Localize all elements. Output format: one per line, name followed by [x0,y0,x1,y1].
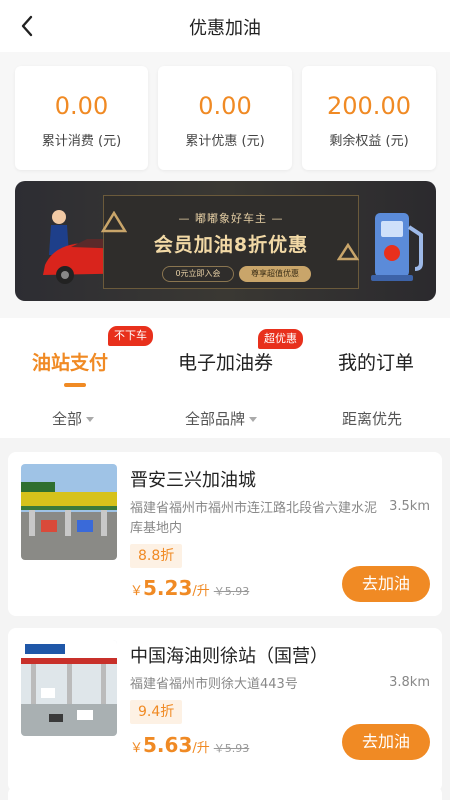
member-price: 5.23 [143,576,193,600]
header: 优惠加油 [0,0,450,52]
filter-brand[interactable]: 全部品牌 [185,408,258,429]
tab-active-indicator [64,383,86,387]
original-price: ￥5.93 [213,585,250,598]
filter-all[interactable]: 全部 [52,408,95,429]
caret-down-icon [249,417,258,422]
currency-symbol: ￥ [130,584,144,599]
fuel-pump-icon [371,213,423,281]
stat-card-total-spent: 0.00 累计消费 (元) [15,66,148,170]
discount-badge: 8.8折 [130,544,183,568]
tab-e-coupon[interactable]: 电子加油券 [178,348,273,375]
station-name: 晋安三兴加油城 [130,470,256,491]
filter-label: 全部 [52,410,83,428]
stat-value: 0.00 [198,92,252,120]
banner-title: 会员加油8折优惠 [153,234,309,256]
join-free-pill: 0元立即入会 [162,266,234,282]
price-unit: /升 [192,741,210,756]
station-distance: 3.8km [389,675,430,690]
station-address: 福建省福州市则徐大道443号 [130,677,298,692]
stat-label: 累计优惠 (元) [185,134,265,149]
price-unit: /升 [192,584,210,599]
tab-my-orders[interactable]: 我的订单 [338,348,414,375]
station-distance: 3.5km [389,499,430,514]
banner-subtitle: — 嘟嘟象好车主 — [178,212,284,225]
tab-bar: 油站支付 不下车 电子加油券 超优惠 我的订单 全部 全部品牌 距离优先 [0,318,450,438]
discount-badge: 9.4折 [130,700,183,724]
stat-card-remaining-benefit: 200.00 剩余权益 (元) [302,66,436,170]
station-list: 晋安三兴加油城 福建省福州市福州市连江路北段省六建水泥库基地内 3.5km 8.… [0,438,450,800]
stat-card-total-saved: 0.00 累计优惠 (元) [158,66,292,170]
tab-station-pay[interactable]: 油站支付 [32,348,108,375]
stat-label: 累计消费 (元) [41,134,122,149]
price-row: ￥5.63/升 ￥5.93 [130,733,249,757]
triangle-decoration-icon [337,243,359,261]
station-photo [21,640,117,736]
premium-offer-pill: 尊享超值优惠 [239,266,311,282]
filter-sort-distance[interactable]: 距离优先 [342,408,402,429]
station-photo [21,464,117,560]
banner-panel: — 嘟嘟象好车主 — 会员加油8折优惠 0元立即入会 尊享超值优惠 [103,195,359,289]
original-price: ￥5.93 [213,742,250,755]
filter-label: 距离优先 [342,410,403,428]
station-address: 福建省福州市福州市连江路北段省六建水泥库基地内 [130,501,378,536]
page-title: 优惠加油 [189,18,261,39]
station-name: 中国海油则徐站（国营） [130,646,328,667]
refuel-button[interactable]: 去加油 [342,566,430,602]
summary-section: 0.00 累计消费 (元) 0.00 累计优惠 (元) 200.00 剩余权益 … [0,52,450,318]
station-card[interactable]: 晋安三兴加油城 福建省福州市福州市连江路北段省六建水泥库基地内 3.5km 8.… [8,452,442,616]
stat-label: 剩余权益 (元) [329,134,409,149]
filter-label: 全部品牌 [185,410,246,428]
refuel-button[interactable]: 去加油 [342,724,430,760]
currency-symbol: ￥ [130,741,144,756]
membership-banner[interactable]: — 嘟嘟象好车主 — 会员加油8折优惠 0元立即入会 尊享超值优惠 [15,181,436,301]
stat-value: 0.00 [54,92,109,120]
tab-badge: 不下车 [108,326,153,346]
station-card-partial [8,786,442,800]
tab-badge: 超优惠 [258,329,303,349]
stat-value: 200.00 [327,92,411,120]
triangle-decoration-icon [101,211,127,233]
member-price: 5.63 [143,733,193,757]
caret-down-icon [86,417,95,422]
price-row: ￥5.23/升 ￥5.93 [130,576,249,600]
station-card[interactable]: 中国海油则徐站（国营） 福建省福州市则徐大道443号 3.8km 9.4折 ￥5… [8,628,442,792]
